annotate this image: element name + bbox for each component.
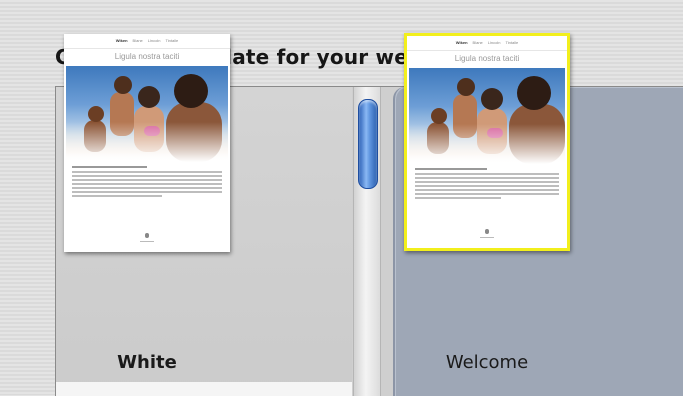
apple-logo-icon bbox=[145, 233, 149, 238]
template-label-white[interactable]: White bbox=[64, 352, 230, 373]
preview-nav-item: Lincoln bbox=[487, 39, 501, 45]
preview-footer bbox=[407, 229, 567, 238]
preview-title: Ligula nostra taciti bbox=[64, 48, 230, 61]
preview-nav-item: Lincoln bbox=[147, 37, 161, 43]
preview-body-text bbox=[64, 162, 230, 197]
template-thumbnail-white[interactable]: Wiken Blane Lincoln Tintalle Ligula nost… bbox=[64, 34, 230, 252]
template-label-welcome[interactable]: Welcome bbox=[404, 352, 570, 373]
preview-nav-item: Wiken bbox=[115, 37, 128, 43]
template-thumbnail-welcome[interactable]: Wiken Blane Lincoln Tintalle Ligula nost… bbox=[404, 33, 570, 251]
preview-photo bbox=[409, 68, 565, 164]
preview-nav: Wiken Blane Lincoln Tintalle bbox=[64, 36, 230, 44]
preview-photo bbox=[66, 66, 228, 162]
apple-logo-icon bbox=[485, 229, 489, 234]
preview-nav-item: Tintalle bbox=[505, 39, 519, 45]
preview-nav-item: Tintalle bbox=[165, 37, 179, 43]
preview-nav-item: Wiken bbox=[455, 39, 468, 45]
preview-nav: Wiken Blane Lincoln Tintalle bbox=[407, 38, 567, 46]
preview-body-text bbox=[407, 164, 567, 199]
preview-footer bbox=[64, 233, 230, 242]
scrollbar-thumb[interactable] bbox=[358, 99, 378, 189]
preview-title: Ligula nostra taciti bbox=[407, 50, 567, 63]
preview-nav-item: Blane bbox=[472, 39, 483, 45]
preview-nav-item: Blane bbox=[132, 37, 143, 43]
template-scrollbar[interactable] bbox=[353, 87, 381, 396]
grid-bottom-strip bbox=[56, 382, 352, 396]
